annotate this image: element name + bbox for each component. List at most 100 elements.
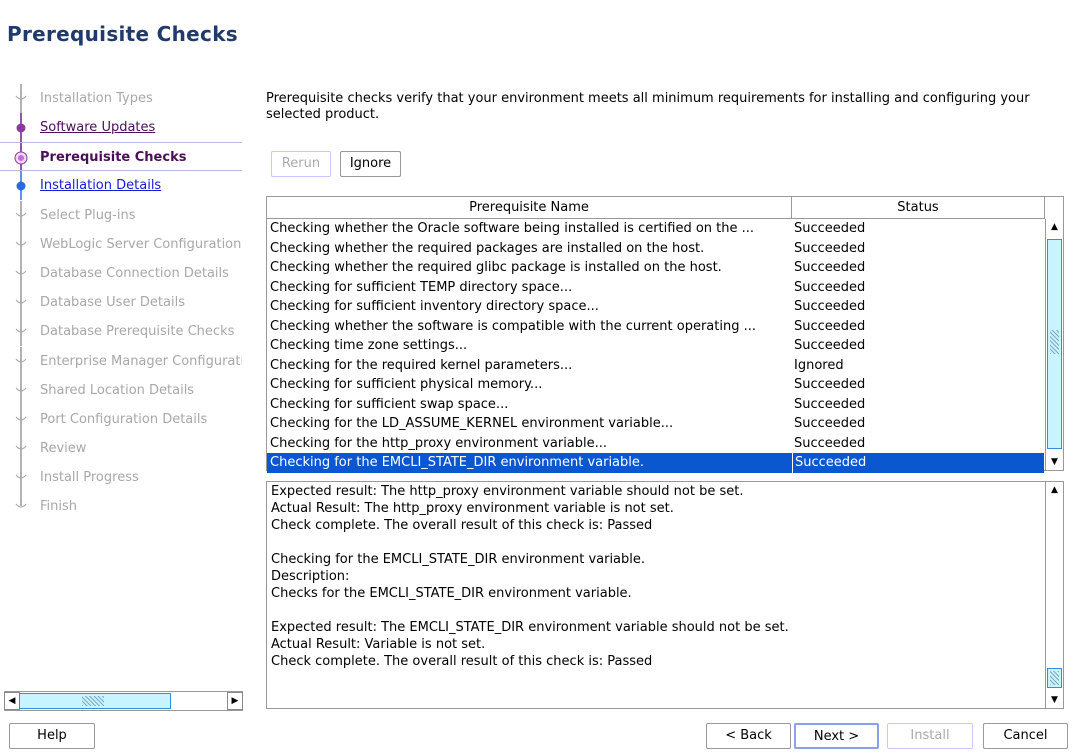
step-label: Installation Details	[40, 178, 161, 193]
step-label: Shared Location Details	[40, 383, 194, 398]
prerequisite-name: Checking whether the Oracle software bei…	[270, 219, 790, 239]
step-indicator-icon	[13, 201, 29, 230]
status: Succeeded	[794, 278, 865, 298]
prerequisite-name: Checking for sufficient swap space...	[270, 395, 790, 415]
step-label: Install Progress	[40, 470, 139, 485]
table-row[interactable]: Checking for sufficient inventory direct…	[267, 297, 1044, 317]
table-row[interactable]: Checking for the LD_ASSUME_KERNEL enviro…	[267, 414, 1044, 434]
help-button[interactable]: Help	[9, 723, 95, 749]
step-indicator-icon	[13, 405, 29, 434]
description: Prerequisite checks verify that your env…	[266, 91, 1056, 123]
table-row[interactable]: Checking for the EMCLI_STATE_DIR environ…	[267, 453, 1044, 473]
scroll-thumb[interactable]	[19, 693, 171, 709]
step-review: Review	[0, 434, 242, 463]
step-label: WebLogic Server Configuration	[40, 237, 241, 252]
table-row[interactable]: Checking whether the required glibc pack…	[267, 258, 1044, 278]
prerequisite-name: Checking for the required kernel paramet…	[270, 356, 790, 376]
prerequisite-name: Checking for the http_proxy environment …	[270, 434, 790, 454]
step-label: Installation Types	[40, 91, 153, 106]
step-database-prerequisite-checks: Database Prerequisite Checks	[0, 317, 242, 346]
status: Succeeded	[794, 297, 865, 317]
step-indicator-icon	[13, 84, 29, 113]
step-indicator-icon	[13, 317, 29, 346]
status: Succeeded	[794, 219, 865, 239]
details-text: Expected result: The http_proxy environm…	[271, 483, 1041, 670]
step-indicator-icon	[13, 376, 29, 405]
step-install-progress: Install Progress	[0, 463, 242, 492]
step-label: Select Plug-ins	[40, 208, 136, 223]
step-software-updates[interactable]: Software Updates	[0, 113, 242, 142]
status: Succeeded	[794, 239, 865, 259]
table-vertical-scrollbar[interactable]: ▲ ▼	[1045, 219, 1063, 470]
prerequisite-name: Checking for the EMCLI_STATE_DIR environ…	[270, 453, 790, 473]
step-indicator-icon	[13, 463, 29, 492]
table-row[interactable]: Checking whether the required packages a…	[267, 239, 1044, 259]
status: Succeeded	[794, 336, 865, 356]
status: Succeeded	[794, 414, 865, 434]
scroll-thumb[interactable]	[1047, 239, 1062, 449]
table-row[interactable]: Checking whether the software is compati…	[267, 317, 1044, 337]
step-port-configuration-details: Port Configuration Details	[0, 405, 242, 434]
scroll-right-icon[interactable]: ▶	[227, 692, 243, 710]
table-row[interactable]: Checking for the http_proxy environment …	[267, 434, 1044, 454]
step-weblogic-server-configuration: WebLogic Server Configuration	[0, 230, 242, 259]
install-button[interactable]: Install	[887, 723, 973, 749]
scroll-up-icon[interactable]: ▲	[1046, 482, 1063, 498]
step-indicator-icon	[13, 492, 29, 521]
step-enterprise-manager-configuration: Enterprise Manager Configuration	[0, 347, 242, 376]
status: Succeeded	[792, 453, 1044, 473]
prerequisite-name: Checking for sufficient TEMP directory s…	[270, 278, 790, 298]
cancel-button[interactable]: Cancel	[983, 723, 1068, 749]
step-label: Port Configuration Details	[40, 412, 207, 427]
step-indicator-icon	[13, 259, 29, 288]
step-select-plug-ins: Select Plug-ins	[0, 201, 242, 230]
back-button[interactable]: < Back	[706, 723, 791, 749]
prerequisite-name: Checking whether the required glibc pack…	[270, 258, 790, 278]
step-installation-details[interactable]: Installation Details	[0, 171, 242, 200]
step-database-connection-details: Database Connection Details	[0, 259, 242, 288]
step-prerequisite-checks: Prerequisite Checks	[0, 142, 242, 171]
steps-horizontal-scrollbar[interactable]: ◀ ▶	[4, 691, 243, 711]
prerequisite-name: Checking time zone settings...	[270, 336, 790, 356]
column-header-status[interactable]: Status	[792, 197, 1045, 219]
scroll-left-icon[interactable]: ◀	[4, 692, 20, 710]
step-shared-location-details: Shared Location Details	[0, 376, 242, 405]
details-pane: Expected result: The http_proxy environm…	[266, 481, 1064, 709]
scroll-down-icon[interactable]: ▼	[1046, 692, 1063, 708]
step-label: Database Prerequisite Checks	[40, 324, 234, 339]
table-row[interactable]: Checking time zone settings...Succeeded	[267, 336, 1044, 356]
step-label: Database User Details	[40, 295, 185, 310]
scroll-thumb[interactable]	[1047, 668, 1062, 688]
rerun-button[interactable]: Rerun	[271, 151, 331, 177]
table-row[interactable]: Checking whether the Oracle software bei…	[267, 219, 1044, 239]
scroll-down-icon[interactable]: ▼	[1046, 454, 1063, 470]
page-title: Prerequisite Checks	[7, 22, 238, 46]
step-indicator-icon	[13, 143, 29, 171]
status: Succeeded	[794, 375, 865, 395]
step-label: Database Connection Details	[40, 266, 229, 281]
step-label: Software Updates	[40, 120, 155, 135]
step-indicator-icon	[13, 434, 29, 463]
prerequisite-name: Checking for sufficient inventory direct…	[270, 297, 790, 317]
step-installation-types: Installation Types	[0, 84, 242, 113]
table-row[interactable]: Checking for the required kernel paramet…	[267, 356, 1044, 376]
status: Succeeded	[794, 258, 865, 278]
next-button[interactable]: Next >	[794, 723, 879, 749]
details-vertical-scrollbar[interactable]: ▲ ▼	[1045, 482, 1063, 708]
table-row[interactable]: Checking for sufficient physical memory.…	[267, 375, 1044, 395]
step-indicator-icon	[13, 230, 29, 259]
ignore-button[interactable]: Ignore	[340, 151, 401, 177]
table-row[interactable]: Checking for sufficient TEMP directory s…	[267, 278, 1044, 298]
scroll-up-icon[interactable]: ▲	[1046, 219, 1063, 235]
prerequisite-name: Checking for the LD_ASSUME_KERNEL enviro…	[270, 414, 790, 434]
prerequisite-table: Prerequisite Name Status Checking whethe…	[266, 196, 1064, 471]
prerequisite-name: Checking whether the required packages a…	[270, 239, 790, 259]
status: Succeeded	[794, 395, 865, 415]
step-label: Prerequisite Checks	[40, 150, 186, 165]
step-indicator-icon	[13, 288, 29, 317]
table-row[interactable]: Checking for sufficient swap space...Suc…	[267, 395, 1044, 415]
step-label: Enterprise Manager Configuration	[40, 354, 242, 369]
column-header-name[interactable]: Prerequisite Name	[267, 197, 792, 219]
step-label: Review	[40, 441, 86, 456]
step-finish: Finish	[0, 492, 242, 521]
